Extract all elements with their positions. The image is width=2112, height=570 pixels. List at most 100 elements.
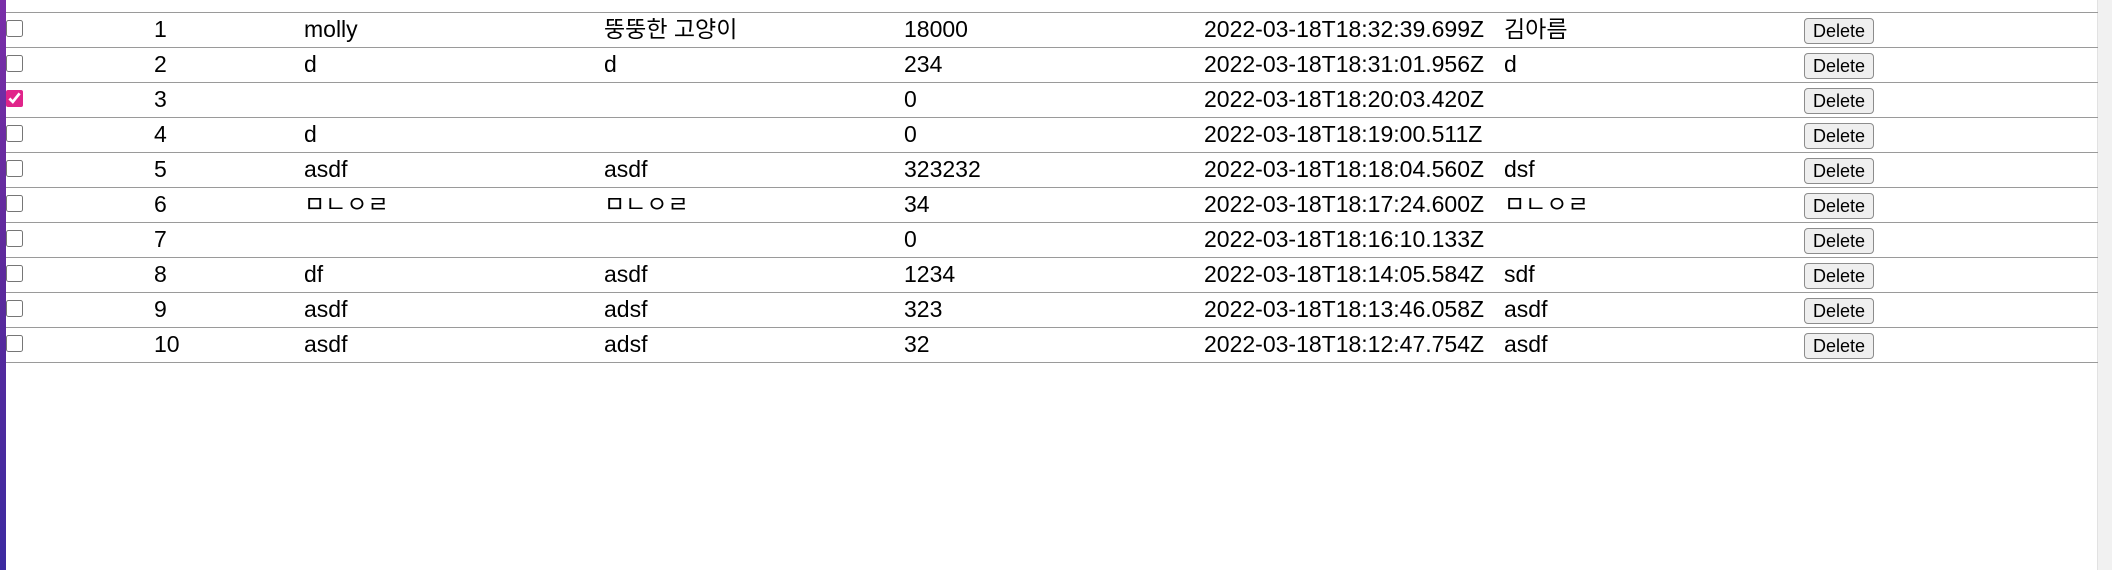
row-select-checkbox[interactable] — [6, 55, 23, 72]
price-cell: 34 — [904, 191, 930, 217]
description-cell: 뚱뚱한 고양이 — [604, 16, 738, 42]
table-row: 7 0 2022-03-18T18:16:10.133Z Delete — [6, 222, 2098, 258]
price-cell: 323 — [904, 296, 943, 322]
owner-cell: asdf — [1504, 331, 1548, 357]
id-cell: 7 — [154, 226, 167, 252]
description-cell: asdf — [604, 261, 648, 287]
table-row: 8 df asdf 1234 2022-03-18T18:14:05.584Z … — [6, 257, 2098, 293]
name-cell: d — [304, 121, 317, 147]
id-cell: 8 — [154, 261, 167, 287]
products-table-container: 1 molly 뚱뚱한 고양이 18000 2022-03-18T18:32:3… — [6, 12, 2098, 363]
row-select-checkbox[interactable] — [6, 160, 23, 177]
created-at-cell: 2022-03-18T18:20:03.420Z — [1204, 86, 1485, 112]
delete-button[interactable]: Delete — [1804, 158, 1875, 184]
table-row: 1 molly 뚱뚱한 고양이 18000 2022-03-18T18:32:3… — [6, 12, 2098, 48]
id-cell: 2 — [154, 51, 167, 77]
table-row: 10 asdf adsf 32 2022-03-18T18:12:47.754Z… — [6, 327, 2098, 363]
description-cell: asdf — [604, 156, 648, 182]
scrollbar-gutter[interactable] — [2097, 0, 2112, 570]
price-cell: 323232 — [904, 156, 981, 182]
row-select-checkbox[interactable] — [6, 195, 23, 212]
price-cell: 1234 — [904, 261, 956, 287]
select-cell — [6, 328, 154, 363]
actions-cell: Delete — [1804, 153, 2098, 188]
delete-button[interactable]: Delete — [1804, 228, 1875, 254]
row-select-checkbox[interactable] — [6, 20, 23, 37]
created-at-cell: 2022-03-18T18:12:47.754Z — [1204, 331, 1485, 357]
delete-button[interactable]: Delete — [1804, 263, 1875, 289]
products-table-body: 1 molly 뚱뚱한 고양이 18000 2022-03-18T18:32:3… — [6, 12, 2098, 363]
delete-button[interactable]: Delete — [1804, 53, 1875, 79]
description-cell — [604, 118, 904, 153]
name-cell — [304, 83, 604, 118]
id-cell: 9 — [154, 296, 167, 322]
actions-cell: Delete — [1804, 118, 2098, 153]
select-cell — [6, 48, 154, 83]
price-cell: 32 — [904, 331, 930, 357]
id-cell: 3 — [154, 86, 167, 112]
row-select-checkbox[interactable] — [6, 265, 23, 282]
row-select-checkbox[interactable] — [6, 300, 23, 317]
owner-cell: d — [1504, 51, 1517, 77]
table-row: 9 asdf adsf 323 2022-03-18T18:13:46.058Z… — [6, 292, 2098, 328]
description-cell: adsf — [604, 331, 648, 357]
row-select-checkbox[interactable] — [6, 90, 23, 107]
name-cell: ㅁㄴㅇㄹ — [304, 191, 389, 217]
name-cell: d — [304, 51, 317, 77]
delete-button[interactable]: Delete — [1804, 193, 1875, 219]
actions-cell: Delete — [1804, 258, 2098, 293]
delete-button[interactable]: Delete — [1804, 123, 1875, 149]
delete-button[interactable]: Delete — [1804, 333, 1875, 359]
actions-cell: Delete — [1804, 223, 2098, 258]
description-cell: d — [604, 51, 617, 77]
owner-cell: ㅁㄴㅇㄹ — [1504, 191, 1589, 217]
table-row: 3 0 2022-03-18T18:20:03.420Z Delete — [6, 82, 2098, 118]
select-cell — [6, 118, 154, 153]
delete-button[interactable]: Delete — [1804, 18, 1875, 44]
id-cell: 6 — [154, 191, 167, 217]
price-cell: 0 — [904, 226, 917, 252]
owner-cell — [1504, 83, 1804, 118]
price-cell: 18000 — [904, 16, 968, 42]
description-cell — [604, 223, 904, 258]
id-cell: 5 — [154, 156, 167, 182]
delete-button[interactable]: Delete — [1804, 298, 1875, 324]
page: 1 molly 뚱뚱한 고양이 18000 2022-03-18T18:32:3… — [0, 0, 2112, 570]
created-at-cell: 2022-03-18T18:18:04.560Z — [1204, 156, 1485, 182]
select-cell — [6, 13, 154, 48]
owner-cell — [1504, 223, 1804, 258]
actions-cell: Delete — [1804, 48, 2098, 83]
price-cell: 0 — [904, 86, 917, 112]
created-at-cell: 2022-03-18T18:16:10.133Z — [1204, 226, 1485, 252]
owner-cell: 김아름 — [1504, 16, 1568, 42]
row-select-checkbox[interactable] — [6, 230, 23, 247]
select-cell — [6, 83, 154, 118]
created-at-cell: 2022-03-18T18:32:39.699Z — [1204, 16, 1485, 42]
table-row: 4 d 0 2022-03-18T18:19:00.511Z Delete — [6, 117, 2098, 153]
description-cell — [604, 83, 904, 118]
name-cell: asdf — [304, 156, 348, 182]
select-cell — [6, 293, 154, 328]
actions-cell: Delete — [1804, 293, 2098, 328]
row-select-checkbox[interactable] — [6, 335, 23, 352]
id-cell: 10 — [154, 331, 180, 357]
created-at-cell: 2022-03-18T18:31:01.956Z — [1204, 51, 1485, 77]
delete-button[interactable]: Delete — [1804, 88, 1875, 114]
table-row: 2 d d 234 2022-03-18T18:31:01.956Z d Del… — [6, 47, 2098, 83]
select-cell — [6, 153, 154, 188]
select-cell — [6, 223, 154, 258]
id-cell: 4 — [154, 121, 167, 147]
created-at-cell: 2022-03-18T18:13:46.058Z — [1204, 296, 1485, 322]
row-select-checkbox[interactable] — [6, 125, 23, 142]
actions-cell: Delete — [1804, 83, 2098, 118]
owner-cell: sdf — [1504, 261, 1535, 287]
select-cell — [6, 258, 154, 293]
created-at-cell: 2022-03-18T18:17:24.600Z — [1204, 191, 1485, 217]
name-cell: asdf — [304, 331, 348, 357]
table-row: 5 asdf asdf 323232 2022-03-18T18:18:04.5… — [6, 152, 2098, 188]
owner-cell: asdf — [1504, 296, 1548, 322]
created-at-cell: 2022-03-18T18:14:05.584Z — [1204, 261, 1485, 287]
name-cell — [304, 223, 604, 258]
products-table: 1 molly 뚱뚱한 고양이 18000 2022-03-18T18:32:3… — [6, 12, 2098, 363]
owner-cell: dsf — [1504, 156, 1535, 182]
